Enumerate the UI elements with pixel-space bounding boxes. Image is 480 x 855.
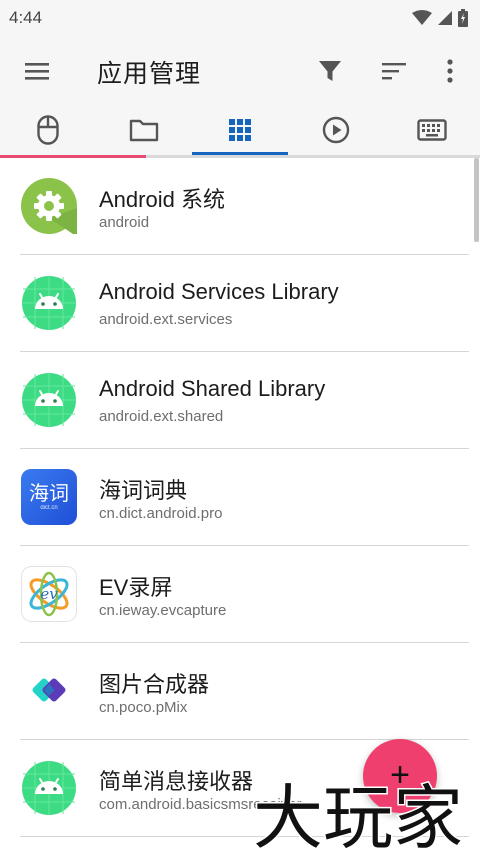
app-name: Android 系统 — [99, 187, 225, 212]
app-package: cn.ieway.evcapture — [99, 602, 227, 619]
apps-grid-icon — [229, 119, 251, 141]
signal-icon — [438, 11, 452, 25]
menu-button[interactable] — [16, 50, 58, 92]
watermark-logo: 大玩家 — [252, 776, 465, 853]
sort-button[interactable] — [373, 50, 415, 92]
menu-icon — [25, 63, 49, 80]
list-item[interactable]: ev EV录屏 cn.ieway.evcapture — [0, 546, 480, 643]
tab-keyboard[interactable] — [384, 104, 480, 156]
more-vert-icon — [447, 59, 453, 83]
wifi-icon — [412, 10, 432, 25]
more-options-button[interactable] — [429, 50, 471, 92]
status-bar: 4:44 — [0, 0, 480, 36]
list-item[interactable]: Android Shared Library android.ext.share… — [0, 352, 480, 449]
status-time: 4:44 — [9, 8, 43, 27]
android-robot-icon — [22, 373, 76, 427]
filter-button[interactable] — [309, 50, 351, 92]
app-package: cn.dict.android.pro — [99, 505, 223, 522]
battery-icon — [458, 9, 468, 27]
app-package: android.ext.shared — [99, 408, 224, 425]
list-item[interactable]: 图片合成器 cn.poco.pMix — [0, 643, 480, 740]
tab-folder[interactable] — [96, 104, 192, 156]
tab-bar — [0, 104, 480, 156]
app-name: Android Shared Library — [99, 376, 326, 401]
list-item[interactable]: Android 系统 android — [0, 158, 480, 255]
app-name: Android Services Library — [99, 279, 339, 304]
haici-icon-text: 海词 — [29, 481, 69, 505]
sort-icon — [382, 63, 406, 80]
haici-icon-subtext: dict.cn — [40, 505, 58, 511]
app-package: android.ext.services — [99, 311, 233, 328]
app-name: 简单消息接收器 — [99, 769, 254, 794]
page-title: 应用管理 — [97, 60, 202, 88]
list-item[interactable]: Android Services Library android.ext.ser… — [0, 255, 480, 352]
list-item[interactable]: 海词 dict.cn 海词词典 cn.dict.android.pro — [0, 449, 480, 546]
app-name: 图片合成器 — [99, 672, 210, 697]
pmix-icon — [32, 678, 66, 702]
play-circle-icon — [322, 116, 350, 144]
keyboard-icon — [417, 119, 447, 141]
tab-mouse[interactable] — [0, 104, 96, 156]
scrollbar[interactable] — [474, 158, 479, 242]
folder-icon — [129, 119, 159, 142]
settings-gear-icon — [21, 178, 77, 234]
ev-capture-icon: ev — [21, 566, 77, 622]
tab-media[interactable] — [288, 104, 384, 156]
svg-text:大玩家: 大玩家 — [253, 777, 463, 852]
app-package: cn.poco.pMix — [99, 699, 188, 716]
haici-dict-icon: 海词 dict.cn — [21, 469, 77, 525]
app-package: android — [99, 214, 150, 231]
tab-apps[interactable] — [192, 104, 288, 156]
android-robot-icon — [22, 276, 76, 330]
app-name: 海词词典 — [99, 478, 188, 503]
filter-icon — [319, 61, 341, 81]
app-name: EV录屏 — [99, 575, 173, 600]
android-robot-icon — [22, 761, 76, 815]
app-bar: 应用管理 — [0, 36, 480, 104]
status-icons — [412, 9, 468, 27]
svg-text:ev: ev — [40, 585, 58, 603]
mouse-icon — [37, 115, 59, 145]
